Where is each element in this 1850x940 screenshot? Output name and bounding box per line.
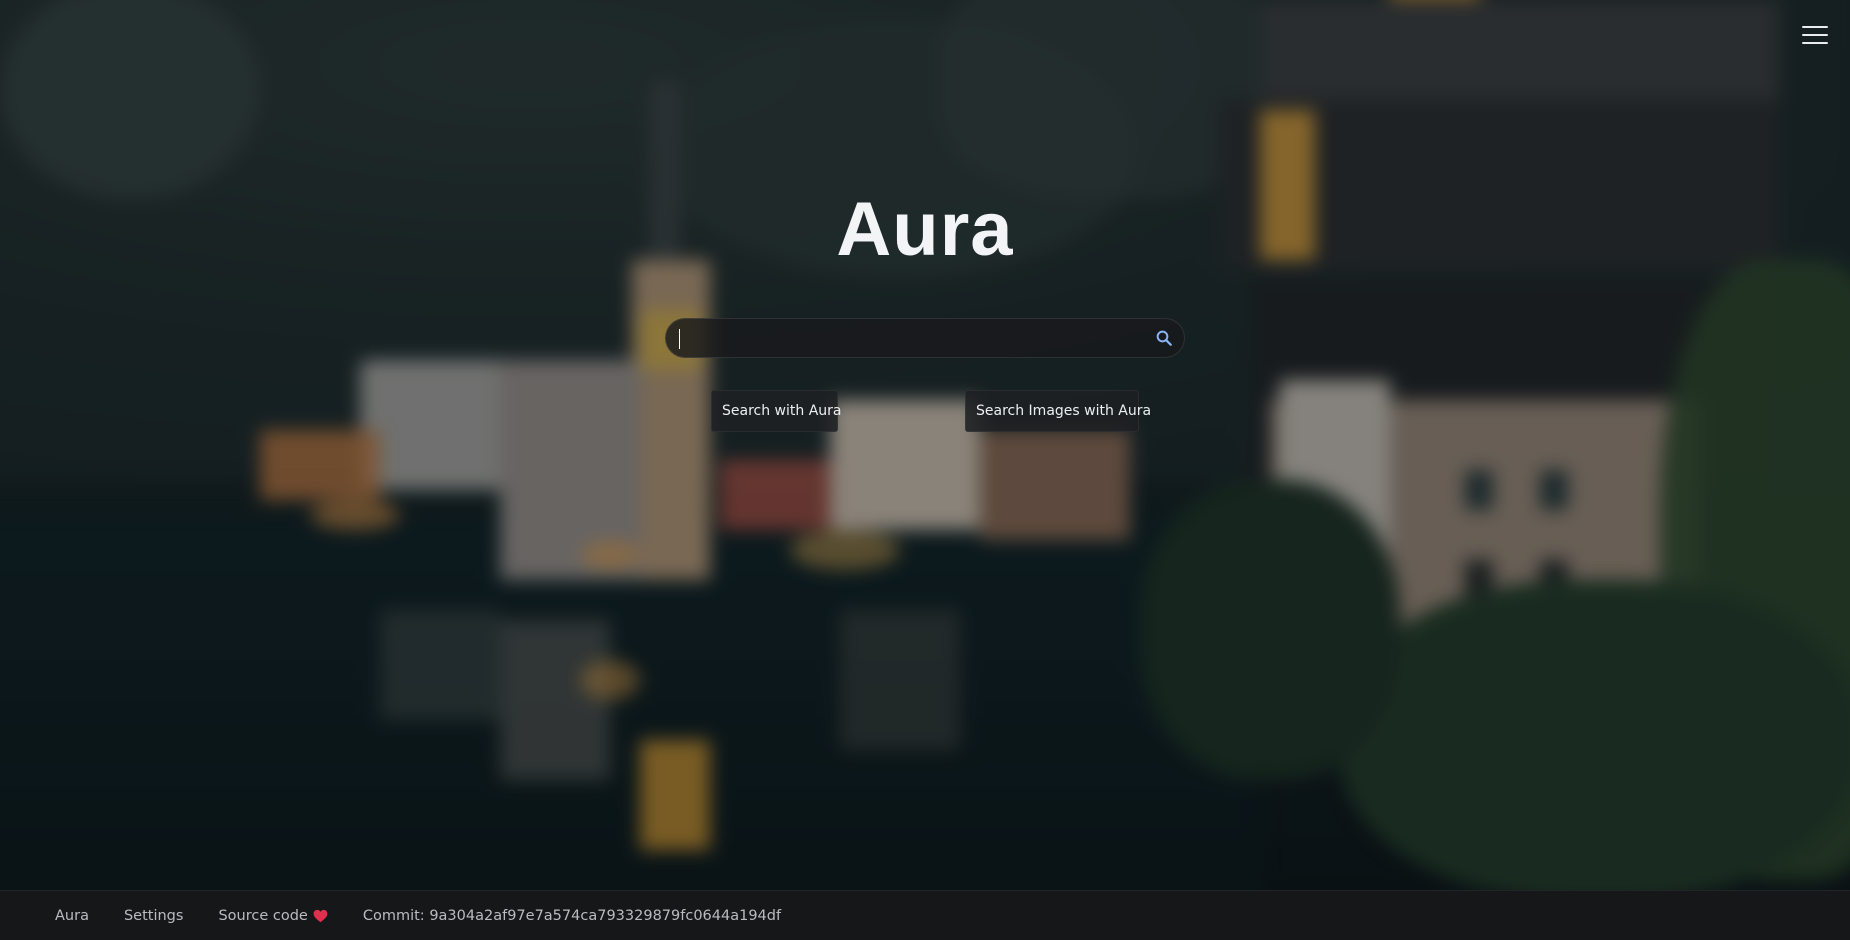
text-cursor — [679, 329, 680, 349]
commit-info: Commit: 9a304a2af97e7a574ca793329879fc06… — [363, 908, 781, 924]
start-page: Aura Search with Aura Search Images with… — [0, 0, 1850, 940]
hamburger-icon-line-2 — [1802, 34, 1828, 36]
footer-link-home-label: Aura — [55, 907, 89, 924]
menu-button[interactable] — [1802, 24, 1828, 46]
footer-link-source-code-label: Source code — [218, 907, 308, 924]
hamburger-icon — [1802, 26, 1828, 28]
heart-icon — [313, 909, 328, 922]
magnifier-icon — [1156, 330, 1172, 346]
commit-hash: 9a304a2af97e7a574ca793329879fc0644a194df — [429, 907, 782, 924]
footer-link-settings-label: Settings — [123, 907, 184, 924]
search-icon[interactable] — [1144, 318, 1184, 358]
footer-link-source-code[interactable]: Source code — [218, 907, 328, 924]
search-button[interactable]: Search with Aura — [711, 390, 842, 432]
hamburger-icon-line-3 — [1802, 42, 1828, 44]
search-input[interactable] — [666, 319, 1144, 357]
footer-link-home[interactable]: Aura — [55, 908, 89, 924]
footer: Aura Settings Source code Commit: 9a304a… — [0, 890, 1850, 940]
footer-link-settings[interactable]: Settings — [124, 908, 183, 924]
background-image — [0, 0, 1850, 890]
search-images-button[interactable]: Search Images with Aura — [965, 390, 1151, 432]
page-title: Aura — [836, 187, 1014, 272]
commit-label: Commit: — [362, 907, 425, 924]
background-shade — [0, 0, 1850, 890]
search-bar — [665, 318, 1185, 358]
